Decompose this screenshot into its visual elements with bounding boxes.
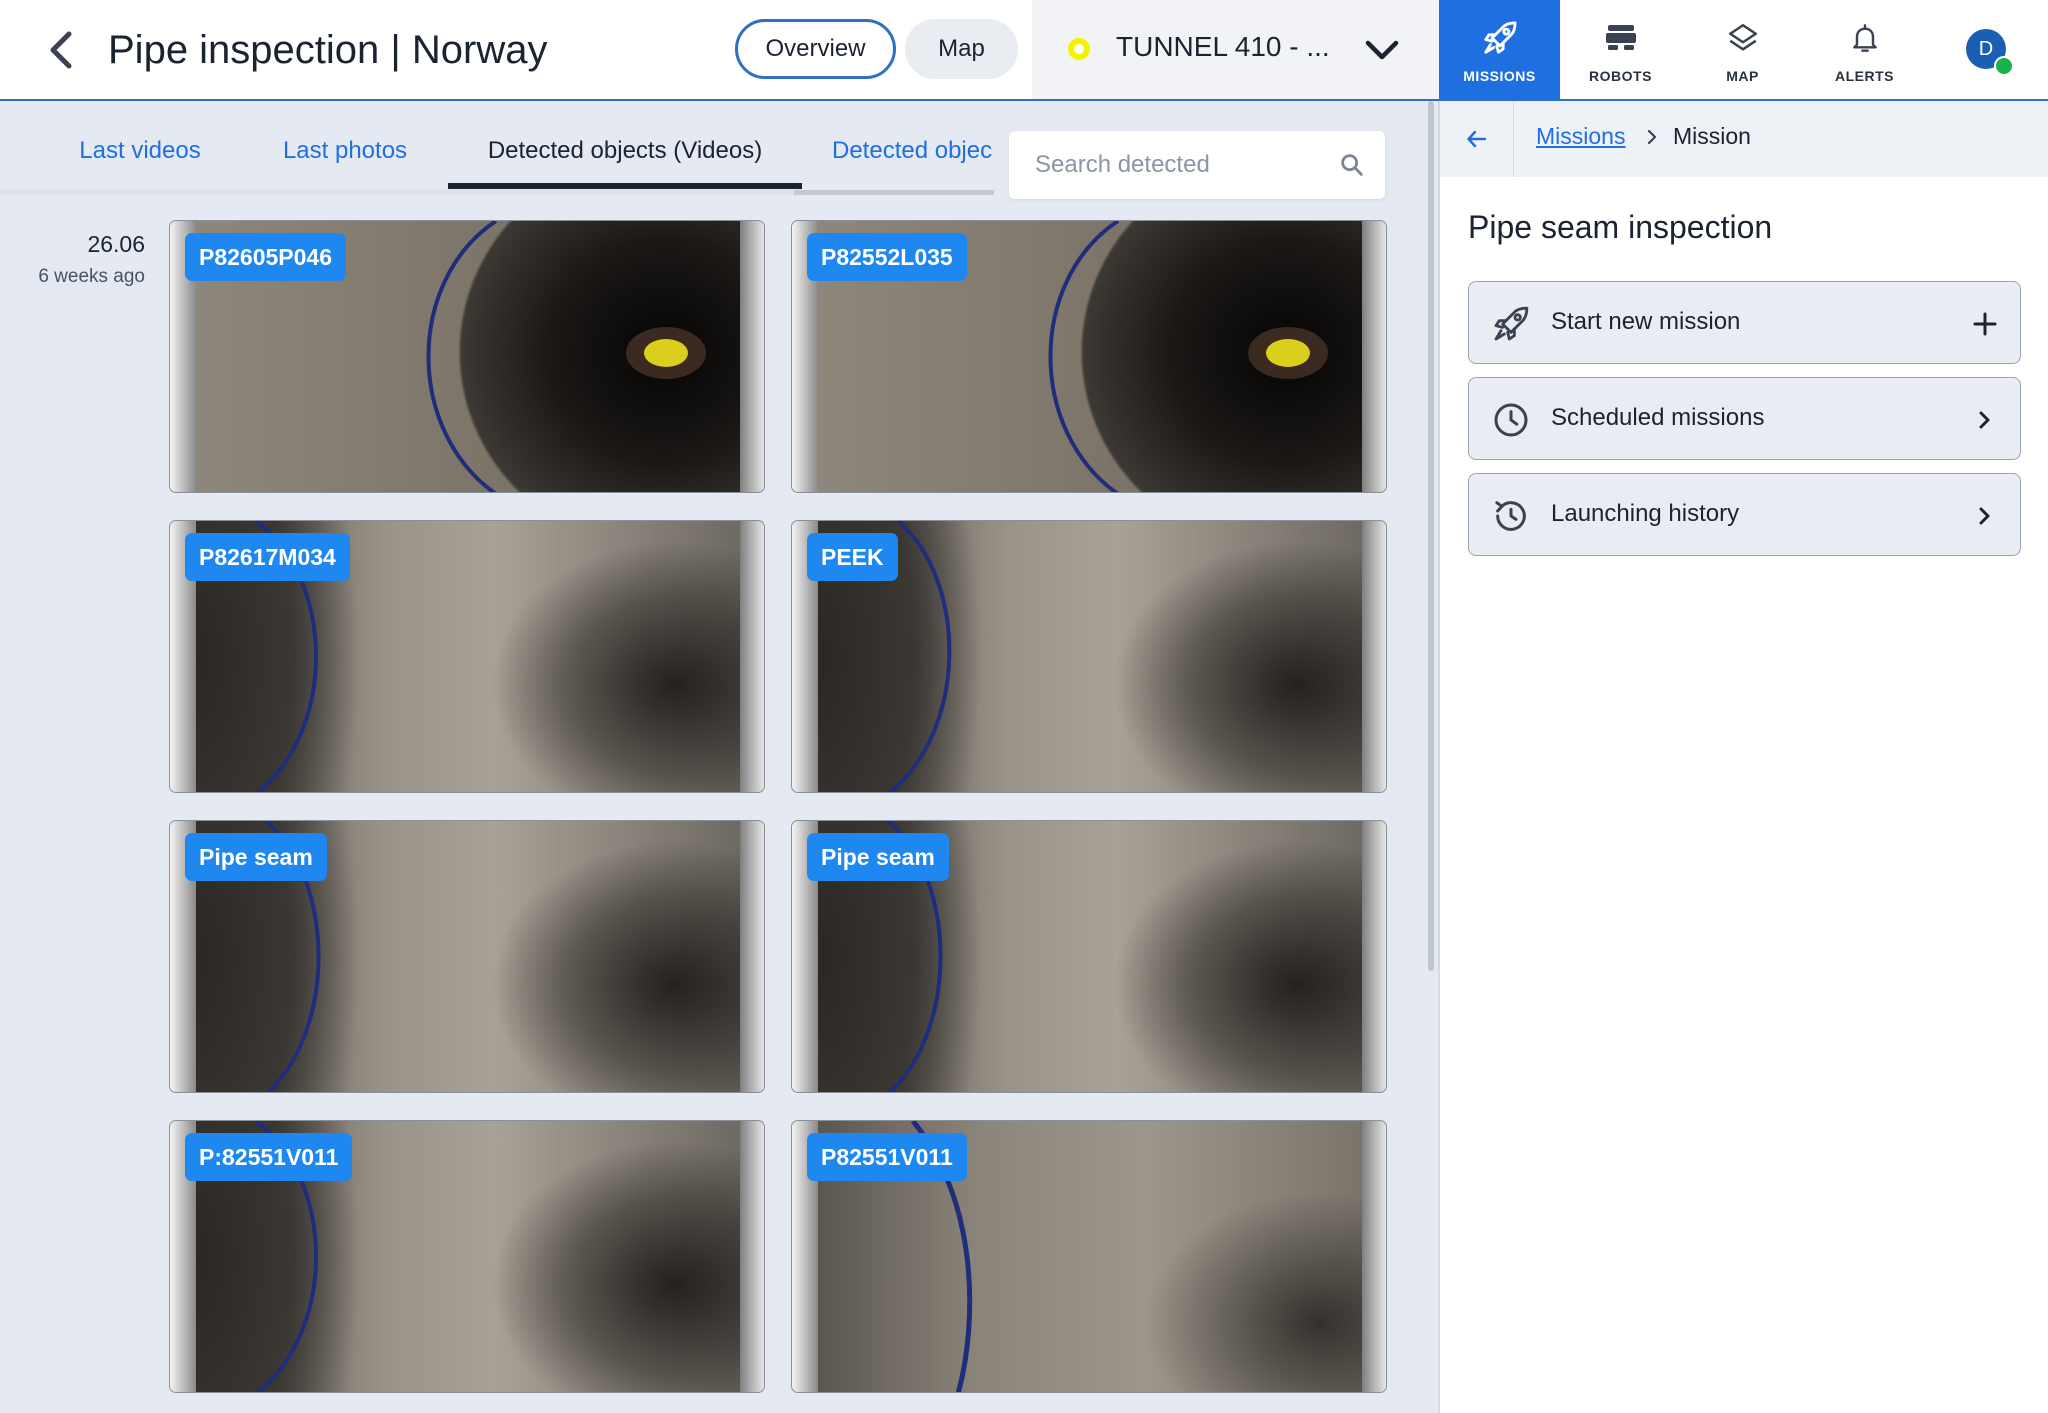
video-thumbnail[interactable]: PEEK [791,520,1387,793]
detected-object-tag: P82551V011 [807,1133,967,1181]
video-thumbnail[interactable]: Pipe seam [791,820,1387,1093]
top-bar: Pipe inspection | Norway Overview Map TU… [0,0,2048,101]
nav-missions[interactable]: MISSIONS [1439,0,1560,99]
scheduled-missions-label: Scheduled missions [1551,404,1765,431]
tab-detected-objects-photos[interactable]: Detected objec [832,125,998,177]
search-detected-field[interactable] [1009,131,1385,199]
history-icon [1495,501,1526,531]
nav-alerts[interactable]: ALERTS [1804,0,1925,99]
scheduled-missions-button[interactable]: Scheduled missions [1468,377,2021,460]
layers-icon [1723,18,1763,58]
nav-map-label: MAP [1726,68,1759,84]
launching-history-label: Launching history [1551,500,1740,527]
tunnel-selector[interactable]: TUNNEL 410 - ... [1032,0,1440,99]
search-input[interactable] [1035,145,1325,185]
robot-icon [1601,18,1641,58]
tab-last-photos[interactable]: Last photos [264,125,426,177]
media-scrollbar[interactable] [1428,101,1434,971]
start-new-mission-button[interactable]: Start new mission [1468,281,2021,364]
video-thumbnail[interactable]: P:82551V011 [169,1120,765,1393]
nav-robots[interactable]: ROBOTS [1560,0,1681,99]
rocket-icon [1480,18,1520,58]
overview-toggle-button[interactable]: Overview [735,19,896,79]
detected-object-tag: Pipe seam [807,833,949,881]
detected-object-tag: P82617M034 [185,533,350,581]
detected-object-tag: P:82551V011 [185,1133,353,1181]
pipe-view-graphic [887,521,952,792]
start-new-mission-label: Start new mission [1551,308,1741,335]
chevron-right-icon [1979,411,1990,429]
group-relative-date: 6 weeks ago [38,266,145,287]
breadcrumb-back-button[interactable] [1440,101,1514,177]
tabs-scrollbar-thumb[interactable] [0,190,794,195]
group-date: 26.06 [87,231,145,257]
media-tabs: Last videos Last photos Detected objects… [0,101,1000,197]
back-button[interactable] [40,28,84,72]
breadcrumb: Missions Mission [1440,101,2048,177]
video-thumbnail[interactable]: P82605P046 [169,220,765,493]
chevron-left-icon [50,31,72,69]
search-icon [1341,154,1363,176]
breadcrumb-missions-link[interactable]: Missions [1536,123,1625,150]
tab-detected-objects-videos[interactable]: Detected objects (Videos) [448,125,802,177]
map-toggle-button[interactable]: Map [905,19,1018,79]
nav-map[interactable]: MAP [1682,0,1803,99]
detected-object-tag: Pipe seam [185,833,327,881]
media-panel: Last videos Last photos Detected objects… [0,101,1438,1413]
page-title: Pipe inspection | Norway [108,28,548,72]
online-status-dot [1994,56,2014,76]
active-tab-indicator [448,183,802,189]
launching-history-button[interactable]: Launching history [1468,473,2021,556]
breadcrumb-current: Mission [1673,123,1751,149]
chevron-down-icon [1365,40,1399,60]
video-thumbnail[interactable]: Pipe seam [169,820,765,1093]
chevron-right-icon [1647,129,1657,145]
detected-object-tag: P82552L035 [807,233,967,281]
rocket-icon [1494,306,1529,341]
plus-icon [1973,312,1997,336]
video-thumbnail[interactable]: P82551V011 [791,1120,1387,1393]
clock-icon [1494,403,1528,437]
detected-object-tag: P82605P046 [185,233,347,281]
chevron-right-icon [1979,507,1990,525]
detected-object-tag: PEEK [807,533,898,581]
nav-missions-label: MISSIONS [1463,68,1536,84]
mission-panel: Missions Mission Pipe seam inspection St… [1438,101,2048,1413]
nav-alerts-label: ALERTS [1835,68,1894,84]
video-thumbnail[interactable]: P82617M034 [169,520,765,793]
tunnel-status-indicator [1068,38,1090,60]
video-thumbnail[interactable]: P82552L035 [791,220,1387,493]
mission-title: Pipe seam inspection [1468,209,1773,245]
arrow-left-icon [1466,130,1486,148]
date-group-header: 26.06 6 weeks ago [0,231,145,288]
bell-icon [1845,18,1885,58]
tab-last-videos[interactable]: Last videos [60,125,220,177]
nav-robots-label: ROBOTS [1589,68,1652,84]
tunnel-selector-label: TUNNEL 410 - ... [1116,31,1330,62]
